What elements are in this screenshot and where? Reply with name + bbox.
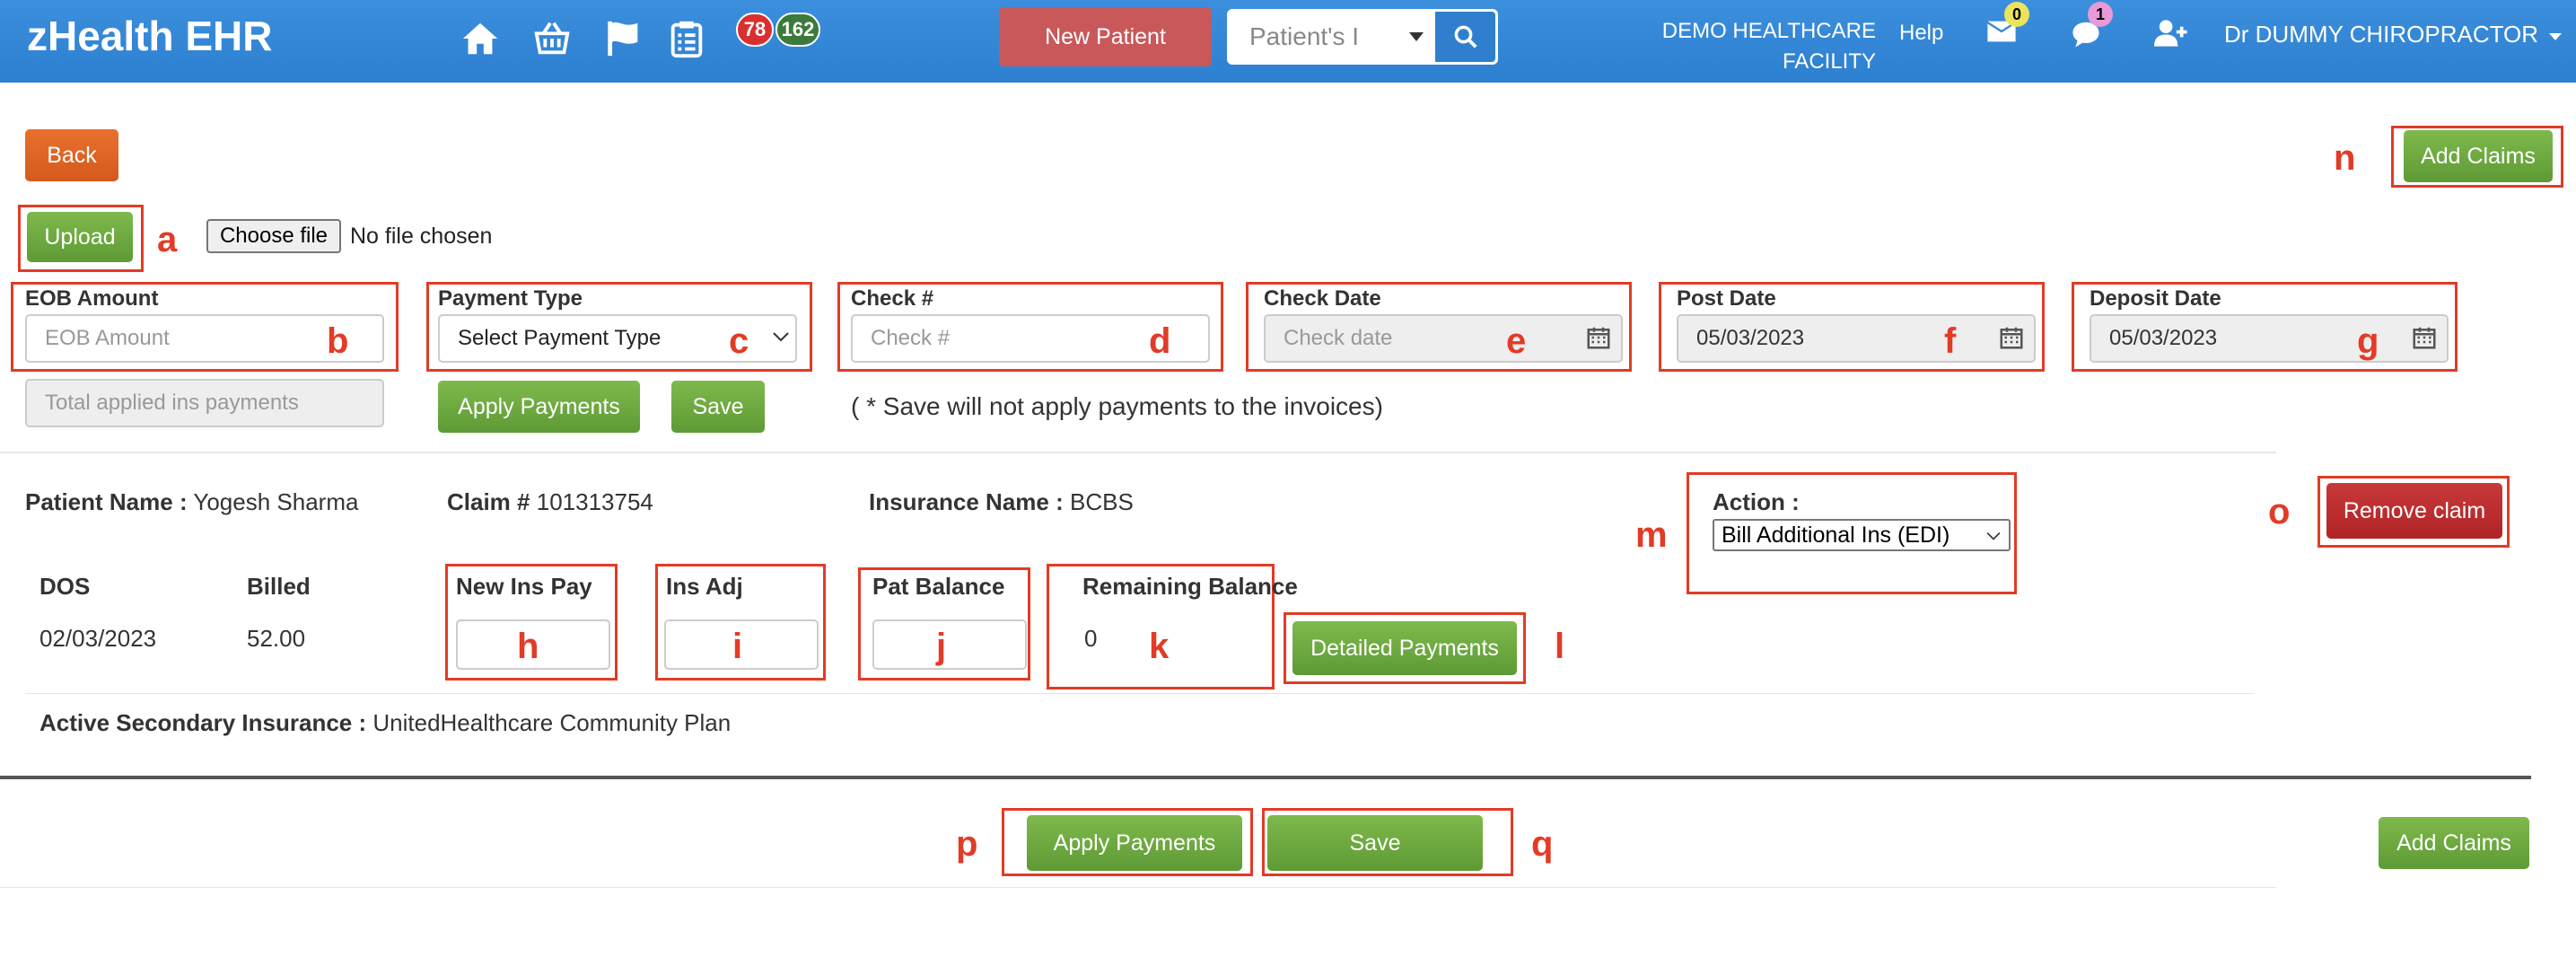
calendar-icon[interactable] — [2411, 324, 2438, 356]
secondary-insurance-row: Active Secondary Insurance : UnitedHealt… — [39, 707, 731, 738]
payment-type-value: Select Payment Type — [458, 326, 662, 350]
annotation-label-b: b — [327, 321, 349, 361]
annotation-label-k: k — [1149, 627, 1170, 666]
column-header-dos: DOS — [39, 573, 91, 600]
deposit-date-label: Deposit Date — [2090, 286, 2221, 311]
column-header-new-ins-pay: New Ins Pay — [456, 573, 592, 600]
annotation-label-h: h — [517, 627, 539, 666]
check-number-label: Check # — [851, 286, 934, 311]
save-note: ( * Save will not apply payments to the … — [851, 392, 1383, 420]
annotation-label-n: n — [2334, 138, 2356, 178]
remove-claim-button[interactable]: Remove claim — [2326, 483, 2502, 539]
home-icon[interactable] — [458, 16, 503, 61]
annotation-label-e: e — [1506, 321, 1527, 361]
chevron-down-icon — [2549, 33, 2563, 40]
secondary-insurance-value: UnitedHealthcare Community Plan — [372, 709, 732, 736]
action-label: Action : — [1713, 488, 1800, 515]
mail-count-badge: 0 — [2004, 2, 2029, 27]
annotation-label-o: o — [2268, 492, 2291, 531]
annotation-label-c: c — [729, 321, 749, 361]
apply-payments-button-top[interactable]: Apply Payments — [438, 381, 640, 433]
no-file-chosen-text: No file chosen — [350, 224, 493, 249]
user-name: Dr DUMMY CHIROPRACTOR — [2224, 21, 2539, 48]
app-brand[interactable]: zHealth EHR — [27, 9, 272, 63]
save-button-bottom[interactable]: Save — [1267, 815, 1483, 871]
eob-amount-label: EOB Amount — [25, 286, 159, 311]
new-patient-button[interactable]: New Patient — [999, 7, 1212, 66]
user-menu[interactable]: Dr DUMMY CHIROPRACTOR — [2224, 18, 2563, 50]
search-button[interactable] — [1435, 12, 1495, 62]
action-select-value: Bill Additional Ins (EDI) — [1722, 522, 1950, 548]
pat-balance-input[interactable] — [872, 619, 1027, 670]
claim-number-value: 101313754 — [536, 488, 653, 515]
billed-value: 52.00 — [247, 625, 306, 652]
post-date-label: Post Date — [1677, 286, 1776, 311]
annotation-label-f: f — [1944, 321, 1957, 361]
deposit-date-input[interactable]: 05/03/2023 — [2090, 314, 2449, 363]
add-claims-button-top[interactable]: Add Claims — [2404, 130, 2553, 182]
annotation-label-p: p — [956, 824, 978, 864]
add-claims-button-bottom[interactable]: Add Claims — [2379, 817, 2529, 869]
search-dropdown-caret-icon[interactable] — [1398, 12, 1435, 62]
annotation-label-i: i — [732, 627, 743, 666]
secondary-insurance-label: Active Secondary Insurance : — [39, 709, 367, 736]
patient-name-row: Patient Name : Yogesh Sharma — [25, 487, 358, 517]
total-applied-ins-payments-input[interactable]: Total applied ins payments — [25, 379, 384, 427]
patient-name-label: Patient Name : — [25, 488, 188, 515]
choose-file-button[interactable]: Choose file — [206, 219, 341, 253]
clipboard-icon[interactable] — [664, 16, 709, 61]
calendar-icon[interactable] — [1998, 324, 2025, 356]
upload-button[interactable]: Upload — [27, 212, 133, 262]
insurance-name-label: Insurance Name : — [869, 488, 1064, 515]
annotation-label-m: m — [1635, 515, 1668, 555]
detailed-payments-button[interactable]: Detailed Payments — [1292, 621, 1517, 675]
save-button-top[interactable]: Save — [671, 381, 765, 433]
check-date-label: Check Date — [1264, 286, 1381, 311]
payment-type-label: Payment Type — [438, 286, 583, 311]
insurance-name-value: BCBS — [1069, 488, 1134, 515]
check-date-input[interactable]: Check date — [1264, 314, 1623, 363]
column-header-ins-adj: Ins Adj — [666, 573, 743, 600]
annotation-label-g: g — [2357, 321, 2379, 361]
dos-value: 02/03/2023 — [39, 625, 157, 652]
divider — [25, 693, 2255, 694]
post-date-input[interactable]: 05/03/2023 — [1677, 314, 2036, 363]
facility-line1: DEMO HEALTHCARE — [1661, 19, 1876, 43]
divider — [0, 452, 2276, 453]
claim-number-label: Claim # — [447, 488, 530, 515]
annotation-label-j: j — [936, 627, 947, 666]
apply-payments-button-bottom[interactable]: Apply Payments — [1027, 815, 1242, 871]
search-icon — [1454, 25, 1477, 48]
add-user-icon[interactable] — [2154, 18, 2194, 57]
alerts-badge-green[interactable]: 162 — [775, 13, 820, 47]
chat-count-badge: 1 — [2088, 2, 2113, 27]
alerts-badge-red[interactable]: 78 — [736, 13, 774, 47]
action-select[interactable]: Bill Additional Ins (EDI) — [1713, 519, 2011, 551]
facility-name[interactable]: DEMO HEALTHCARE FACILITY — [1616, 16, 1876, 77]
calendar-icon[interactable] — [1585, 324, 1612, 356]
help-link[interactable]: Help — [1899, 18, 1943, 48]
chevron-down-icon — [772, 330, 790, 347]
remaining-balance-value: 0 — [1084, 625, 1098, 652]
flag-icon[interactable] — [601, 16, 646, 61]
chevron-down-icon — [1985, 530, 2002, 546]
annotation-label-l: l — [1555, 627, 1565, 666]
annotation-label-d: d — [1149, 321, 1171, 361]
column-header-pat-balance: Pat Balance — [872, 573, 1005, 600]
patient-name-value: Yogesh Sharma — [193, 488, 359, 515]
divider — [0, 887, 2276, 888]
column-header-remaining-balance: Remaining Balance — [1082, 573, 1298, 600]
basket-icon[interactable] — [530, 16, 574, 61]
claim-number-row: Claim # 101313754 — [447, 487, 653, 517]
facility-line2: FACILITY — [1782, 49, 1876, 74]
column-header-billed: Billed — [247, 573, 311, 600]
insurance-name-row: Insurance Name : BCBS — [869, 487, 1134, 517]
patient-search-input[interactable]: Patient's I — [1230, 12, 1398, 62]
annotation-label-a: a — [157, 220, 178, 259]
annotation-label-q: q — [1531, 824, 1554, 864]
back-button[interactable]: Back — [25, 129, 118, 181]
section-divider — [0, 776, 2531, 779]
